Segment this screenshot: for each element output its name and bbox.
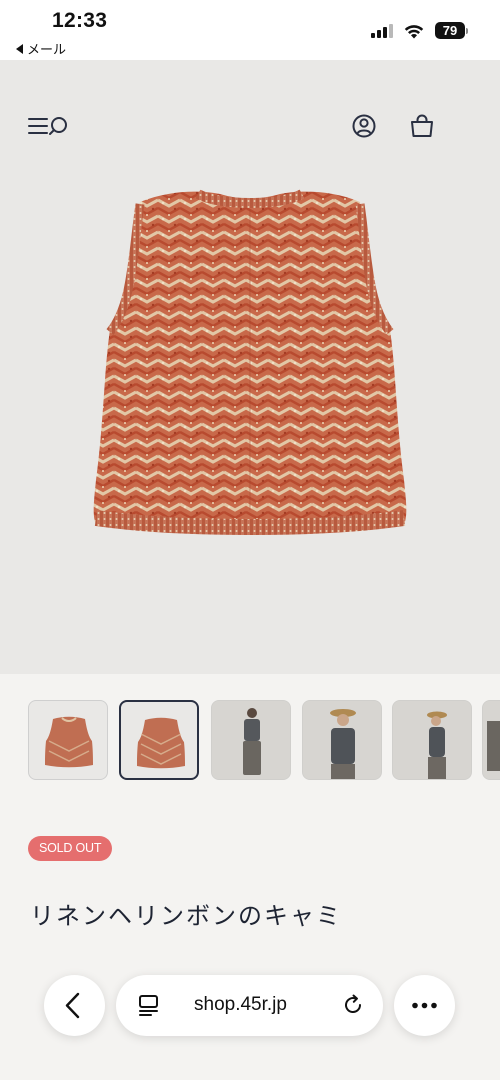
user-account-icon xyxy=(352,114,376,138)
thumbnail-6[interactable] xyxy=(482,700,500,780)
address-bar[interactable]: shop.45r.jp xyxy=(116,975,383,1036)
status-bar: 12:33 メール 79 xyxy=(0,0,500,60)
menu-search-button[interactable] xyxy=(27,112,73,140)
thumbnail-1[interactable] xyxy=(28,700,108,780)
battery-level: 79 xyxy=(435,22,465,39)
cellular-signal-icon xyxy=(371,23,393,38)
status-time: 12:33 xyxy=(52,9,108,32)
thumbnail-vest-image xyxy=(45,716,93,768)
thumbnail-3[interactable] xyxy=(211,700,291,780)
back-to-app-link[interactable]: メール xyxy=(16,39,66,58)
address-text: shop.45r.jp xyxy=(194,994,287,1015)
thumbnail-4[interactable] xyxy=(302,700,382,780)
more-dots-icon xyxy=(412,1002,437,1009)
product-hero xyxy=(0,60,500,674)
shopping-bag-icon xyxy=(411,114,433,137)
product-page: 12:33 メール 79 SOLD OUT リネンヘリンボンのキャミ shop.… xyxy=(0,0,500,1080)
sold-out-badge: SOLD OUT xyxy=(28,836,113,861)
thumbnail-carousel[interactable] xyxy=(28,700,500,782)
tab-overview-icon xyxy=(139,995,158,1016)
thumbnail-model-image xyxy=(483,701,500,779)
thumbnail-model-image xyxy=(303,701,381,779)
back-app-label: メール xyxy=(27,43,67,58)
chevron-left-icon xyxy=(65,992,80,1019)
hamburger-menu-icon xyxy=(28,117,67,135)
product-title: リネンヘリンボンのキャミ xyxy=(30,902,342,930)
thumbnail-vest-image xyxy=(137,717,185,769)
thumbnail-model-image xyxy=(393,701,471,779)
account-button[interactable] xyxy=(350,112,378,140)
reload-icon[interactable] xyxy=(341,993,365,1017)
cart-button[interactable] xyxy=(408,112,436,140)
battery-icon: 79 xyxy=(435,22,468,39)
product-main-image[interactable] xyxy=(70,180,430,550)
browser-back-button[interactable] xyxy=(44,975,105,1036)
browser-toolbar: shop.45r.jp xyxy=(0,960,500,1050)
thumbnail-model-image xyxy=(212,701,290,779)
wifi-icon xyxy=(404,24,424,38)
more-options-button[interactable] xyxy=(394,975,455,1036)
thumbnail-2[interactable] xyxy=(119,700,199,780)
site-header xyxy=(0,112,500,142)
back-triangle-icon xyxy=(16,43,23,54)
thumbnail-5[interactable] xyxy=(392,700,472,780)
status-indicators: 79 xyxy=(371,22,468,39)
